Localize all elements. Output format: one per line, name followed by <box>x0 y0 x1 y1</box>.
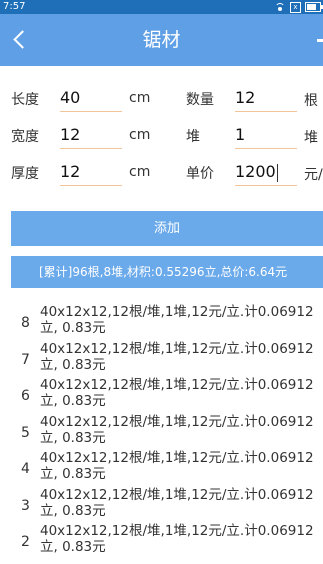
input-form: 长度 40 cm 数量 12 根 宽度 12 cm 堆 1 堆 厚度 12 cm… <box>0 66 323 196</box>
record-text: 40x12x12,12根/堆,1堆,12元/立.计0.06912立, 0.83元 <box>40 413 314 446</box>
quantity-label: 数量 <box>186 92 214 108</box>
summary-banner: [累计]96根,8堆,材积:0.55296立,总价:6.64元 <box>11 256 323 288</box>
record-text: 40x12x12,12根/堆,1堆,12元/立.计0.06912立, 0.83元 <box>40 340 314 373</box>
record-item[interactable]: 5 40x12x12,12根/堆,1堆,12元/立.计0.06912立, 0.83… <box>11 413 323 450</box>
menu-icon[interactable] <box>315 34 323 46</box>
form-row-length-quantity: 长度 40 cm 数量 12 根 <box>0 83 323 119</box>
price-input[interactable]: 1200 <box>235 159 297 186</box>
length-input[interactable]: 40 <box>60 85 122 112</box>
form-row-width-stacks: 宽度 12 cm 堆 1 堆 <box>0 120 323 156</box>
length-unit: cm <box>129 90 151 106</box>
stacks-input[interactable]: 1 <box>235 122 297 149</box>
price-label: 单价 <box>186 166 214 182</box>
record-item[interactable]: 4 40x12x12,12根/堆,1堆,12元/立.计0.06912立, 0.83… <box>11 449 323 486</box>
quantity-input[interactable]: 12 <box>235 85 297 112</box>
stacks-label: 堆 <box>186 129 200 145</box>
price-unit: 元/ <box>304 167 323 183</box>
width-unit: cm <box>129 127 151 143</box>
status-icons: x <box>274 0 323 14</box>
record-item[interactable]: 2 40x12x12,12根/堆,1堆,12元/立.计0.06912立, 0.83… <box>11 522 323 559</box>
status-bar: 7:57 x <box>0 0 323 14</box>
record-index: 4 <box>21 461 30 477</box>
app-bar: 锯材 <box>0 14 323 66</box>
wifi-icon <box>274 2 286 12</box>
record-item[interactable]: 6 40x12x12,12根/堆,1堆,12元/立.计0.06912立, 0.83… <box>11 376 323 413</box>
width-input[interactable]: 12 <box>60 122 122 149</box>
record-text: 40x12x12,12根/堆,1堆,12元/立.计0.06912立, 0.83元 <box>40 450 314 482</box>
thickness-label: 厚度 <box>11 166 39 182</box>
battery-icon <box>305 2 323 12</box>
status-time: 7:57 <box>3 1 26 12</box>
record-index: 6 <box>21 388 30 404</box>
stacks-unit: 堆 <box>304 130 318 146</box>
record-text: 40x12x12,12根/堆,1堆,12元/立.计0.06912立, 0.83元 <box>40 304 314 336</box>
record-text: 40x12x12,12根/堆,1堆,12元/立.计0.06912立, 0.83元 <box>40 377 314 409</box>
page-title: 锯材 <box>142 29 181 51</box>
thickness-input[interactable]: 12 <box>60 159 122 186</box>
record-index: 3 <box>21 497 30 514</box>
text-caret <box>276 163 278 182</box>
form-row-thickness-price: 厚度 12 cm 单价 1200 元/ <box>0 157 323 193</box>
record-index: 5 <box>21 424 30 441</box>
record-index: 2 <box>21 534 30 550</box>
length-label: 长度 <box>11 92 39 108</box>
record-text: 40x12x12,12根/堆,1堆,12元/立.计0.06912立, 0.83元 <box>40 523 314 555</box>
record-list: 8 40x12x12,12根/堆,1堆,12元/立.计0.06912立, 0.83… <box>11 303 323 564</box>
record-item[interactable]: 7 40x12x12,12根/堆,1堆,12元/立.计0.06912立, 0.83… <box>11 340 323 377</box>
record-index: 8 <box>21 315 30 331</box>
width-label: 宽度 <box>11 129 39 145</box>
quantity-unit: 根 <box>304 93 318 109</box>
record-text: 40x12x12,12根/堆,1堆,12元/立.计0.06912立, 0.83元 <box>40 486 314 519</box>
record-item[interactable]: 3 40x12x12,12根/堆,1堆,12元/立.计0.06912立, 0.83… <box>11 486 323 523</box>
record-item[interactable]: 8 40x12x12,12根/堆,1堆,12元/立.计0.06912立, 0.83… <box>11 303 323 340</box>
thickness-unit: cm <box>129 164 151 180</box>
sim-icon: x <box>290 1 301 13</box>
price-value: 1200 <box>235 162 276 181</box>
record-index: 7 <box>21 351 30 368</box>
add-button[interactable]: 添加 <box>11 211 323 246</box>
